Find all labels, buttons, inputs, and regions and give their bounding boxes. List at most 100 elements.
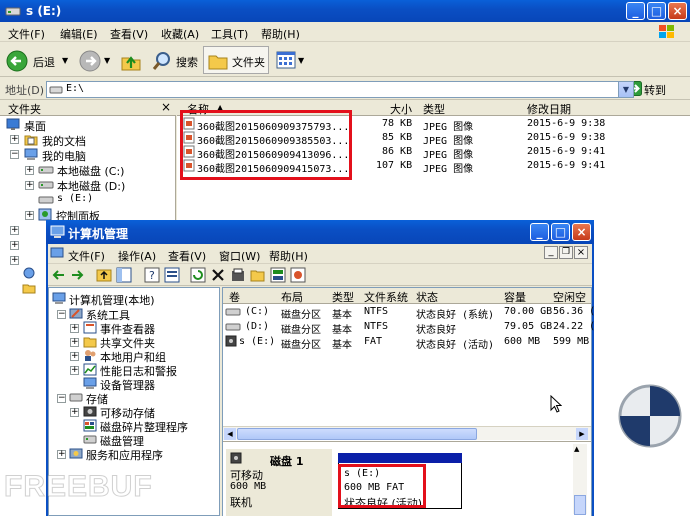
scroll-right-icon[interactable]: ▶	[576, 428, 588, 440]
drive-icon	[49, 84, 63, 96]
column-volume[interactable]: 卷	[229, 289, 240, 305]
show-hide-tree-icon[interactable]	[116, 267, 132, 283]
column-status[interactable]: 状态	[416, 289, 438, 305]
open-folder-icon[interactable]	[250, 267, 266, 283]
volume-row[interactable]: s (E:) 磁盘分区 基本 FAT 状态良好 (活动) 600 MB 599 …	[223, 335, 591, 351]
scroll-thumb[interactable]	[237, 428, 477, 440]
disk-label[interactable]: 磁盘 1 可移动 600 MB 联机	[226, 449, 332, 516]
close-button[interactable]: ×	[668, 2, 687, 20]
cm-menu-file[interactable]: 文件(F)	[68, 248, 105, 264]
search-icon[interactable]	[151, 50, 173, 72]
back-button-label[interactable]: 后退	[33, 54, 55, 70]
cm-minimize-button[interactable]: _	[530, 223, 549, 241]
forward-dropdown-icon[interactable]: ▼	[104, 56, 110, 65]
scroll-left-icon[interactable]: ◀	[224, 428, 236, 440]
go-button-label[interactable]: 转到	[644, 82, 666, 98]
properties-icon[interactable]	[164, 267, 180, 283]
cm-inner-minimize-button[interactable]: _	[544, 246, 558, 259]
computer-management-icon	[50, 225, 65, 239]
computer-icon	[24, 148, 38, 161]
windows-logo-icon	[656, 22, 678, 42]
cm-menu-help[interactable]: 帮助(H)	[269, 248, 308, 264]
cm-title: 计算机管理	[68, 227, 129, 241]
column-layout[interactable]: 布局	[281, 289, 303, 305]
expand-local-users[interactable]: +	[70, 352, 79, 361]
disk-state: 联机	[230, 496, 252, 509]
explorer-title-bar[interactable]: s (E:) _ □ ×	[0, 0, 690, 22]
address-input[interactable]: E:\ ▼	[46, 81, 634, 98]
cm-menu-action[interactable]: 操作(A)	[118, 248, 156, 264]
recycle-folder-icon	[22, 282, 36, 294]
delete-x-icon[interactable]	[210, 267, 226, 283]
up-level-icon[interactable]	[96, 267, 112, 283]
expand-drive-d[interactable]: +	[25, 181, 34, 190]
expand-item-1[interactable]: +	[10, 226, 19, 235]
cm-close-button[interactable]: ×	[572, 223, 591, 241]
minimize-button[interactable]: _	[626, 2, 645, 20]
volume-icon	[225, 306, 241, 317]
folder-icon	[208, 51, 228, 71]
menu-favorites[interactable]: 收藏(A)	[161, 26, 199, 42]
refresh-icon[interactable]	[190, 267, 206, 283]
address-dropdown-icon[interactable]: ▼	[618, 82, 633, 97]
menu-tools[interactable]: 工具(T)	[211, 26, 248, 42]
column-capacity[interactable]: 容量	[504, 289, 526, 305]
expand-performance-logs[interactable]: +	[70, 366, 79, 375]
cm-toolbar: ?	[48, 264, 592, 286]
up-folder-icon[interactable]	[120, 50, 142, 72]
menu-view[interactable]: 查看(V)	[110, 26, 148, 42]
back-arrow-icon[interactable]	[6, 50, 28, 72]
disk-management-icon	[83, 433, 97, 446]
export-icon[interactable]	[230, 267, 246, 283]
expand-shared-folders[interactable]: +	[70, 338, 79, 347]
folders-button[interactable]: 文件夹	[203, 46, 269, 74]
column-free-space[interactable]: 空闲空	[553, 289, 586, 305]
cm-maximize-button[interactable]: □	[551, 223, 570, 241]
views-icon[interactable]	[276, 51, 296, 69]
collapse-storage[interactable]: −	[57, 394, 66, 403]
menu-edit[interactable]: 编辑(E)	[60, 26, 98, 42]
cm-inner-close-button[interactable]: ×	[574, 246, 588, 259]
settings-icon[interactable]	[290, 267, 306, 283]
maximize-button[interactable]: □	[647, 2, 666, 20]
views-dropdown-icon[interactable]: ▼	[298, 56, 304, 65]
drive-icon	[38, 194, 54, 205]
column-type[interactable]: 类型	[423, 101, 445, 117]
expand-services[interactable]: +	[57, 450, 66, 459]
cm-menu-window[interactable]: 窗口(W)	[219, 248, 260, 264]
expand-event-viewer[interactable]: +	[70, 324, 79, 333]
removable-volume-icon	[225, 335, 237, 347]
folders-pane-header: 文件夹 ×	[0, 100, 176, 116]
expand-my-documents[interactable]: +	[10, 135, 19, 144]
search-button-label[interactable]: 搜索	[176, 54, 198, 70]
expand-control-panel[interactable]: +	[25, 211, 34, 220]
collapse-system-tools[interactable]: −	[57, 310, 66, 319]
expand-item-3[interactable]: +	[10, 256, 19, 265]
expand-removable-storage[interactable]: +	[70, 408, 79, 417]
expand-item-2[interactable]: +	[10, 241, 19, 250]
cm-menu-view[interactable]: 查看(V)	[168, 248, 206, 264]
folders-pane-close-icon[interactable]: ×	[161, 100, 171, 114]
horizontal-scrollbar[interactable]: ◀ ▶	[223, 426, 591, 440]
volume-row[interactable]: (C:) 磁盘分区 基本 NTFS 状态良好 (系统) 70.00 GB 56.…	[223, 305, 595, 321]
cm-title-bar[interactable]: 计算机管理 _ □ ×	[46, 220, 594, 244]
collapse-my-computer[interactable]: −	[10, 150, 19, 159]
back-icon[interactable]	[52, 269, 66, 281]
folders-button-label: 文件夹	[232, 56, 265, 69]
vertical-scroll-thumb[interactable]	[574, 495, 586, 515]
column-date[interactable]: 修改日期	[527, 101, 571, 117]
column-type[interactable]: 类型	[332, 289, 354, 305]
disk-view-icon[interactable]	[270, 267, 286, 283]
column-size[interactable]: 大小	[390, 101, 412, 117]
menu-help[interactable]: 帮助(H)	[261, 26, 300, 42]
help-icon[interactable]: ?	[144, 267, 160, 283]
column-filesystem[interactable]: 文件系统	[364, 289, 408, 305]
cm-inner-restore-button[interactable]: ❐	[559, 246, 573, 259]
back-dropdown-icon[interactable]: ▼	[62, 56, 68, 65]
forward-icon[interactable]	[70, 269, 84, 281]
volume-row[interactable]: (D:) 磁盘分区 基本 NTFS 状态良好 79.05 GB 24.22 (	[223, 320, 595, 336]
scroll-up-icon[interactable]: ▲	[574, 445, 579, 453]
forward-arrow-icon[interactable]	[79, 50, 101, 72]
expand-drive-c[interactable]: +	[25, 166, 34, 175]
menu-file[interactable]: 文件(F)	[8, 26, 45, 42]
